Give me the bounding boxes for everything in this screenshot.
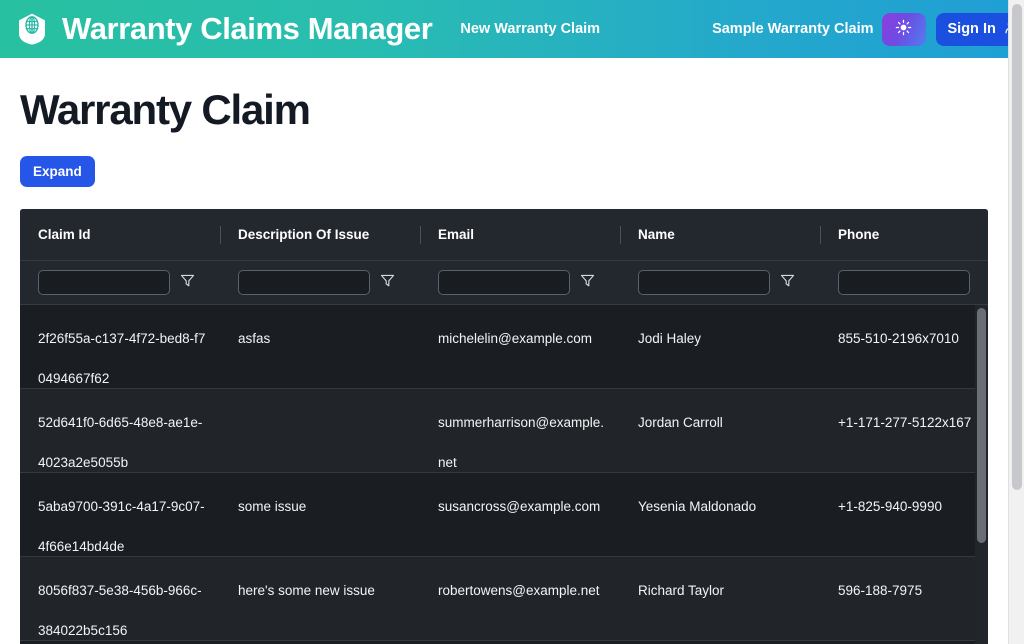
browser-vertical-scrollbar[interactable]	[1008, 0, 1024, 644]
table-row[interactable]: 5aba9700-391c-4a17-9c07-4f66e14bd4de som…	[20, 473, 988, 557]
app-header: Warranty Claims Manager New Warranty Cla…	[0, 0, 1008, 58]
cell-phone: 596-188-7975	[838, 583, 923, 598]
cell-description-of-issue: some issue	[238, 499, 307, 514]
filter-input-description-of-issue[interactable]	[238, 270, 370, 295]
funnel-icon[interactable]	[780, 273, 795, 293]
table-row[interactable]: 52d641f0-6d65-48e8-ae1e-4023a2e5055b sum…	[20, 389, 988, 473]
filter-cell-description-of-issue	[220, 261, 420, 305]
cell-email: susancross@example.com	[438, 499, 601, 514]
cell-claim-id: 2f26f55a-c137-4f72-bed8-f70494667f62	[38, 331, 206, 386]
header-actions: Sign In	[881, 12, 1008, 46]
funnel-icon[interactable]	[380, 273, 395, 293]
filter-cell-phone	[820, 261, 988, 305]
table-body: 2f26f55a-c137-4f72-bed8-f70494667f62 asf…	[20, 305, 988, 644]
nav-sample-warranty-claim[interactable]: Sample Warranty Claim	[704, 15, 881, 43]
filter-cell-claim-id	[20, 261, 220, 305]
nav-new-warranty-claim[interactable]: New Warranty Claim	[452, 15, 608, 43]
cell-name: Richard Taylor	[638, 583, 725, 598]
page-root: Warranty Claims Manager New Warranty Cla…	[0, 0, 1024, 644]
cell-phone: +1-171-277-5122x167	[838, 415, 972, 430]
cell-description-of-issue	[220, 389, 420, 473]
browser-viewport: Warranty Claims Manager New Warranty Cla…	[0, 0, 1008, 644]
filter-input-email[interactable]	[438, 270, 570, 295]
column-header-phone[interactable]: Phone	[820, 209, 988, 261]
sign-in-label: Sign In	[947, 21, 996, 37]
filter-input-name[interactable]	[638, 270, 770, 295]
cell-phone: +1-825-940-9990	[838, 499, 942, 514]
page-title: Warranty Claim	[20, 86, 311, 133]
filter-cell-name	[620, 261, 820, 305]
brand-title: Warranty Claims Manager	[62, 11, 433, 46]
claims-table: Claim Id Description Of Issue Email Name…	[20, 209, 988, 644]
column-header-email[interactable]: Email	[420, 209, 620, 261]
table-vertical-scrollbar[interactable]	[975, 305, 988, 644]
theme-toggle-button[interactable]	[881, 12, 926, 46]
cell-claim-id: 52d641f0-6d65-48e8-ae1e-4023a2e5055b	[38, 415, 203, 470]
cell-description-of-issue: asfas	[238, 331, 271, 346]
cell-description-of-issue: here's some new issue	[238, 583, 375, 598]
brand: Warranty Claims Manager	[14, 11, 433, 47]
table-row[interactable]: 8056f837-5e38-456b-966c-384022b5c156 her…	[20, 557, 988, 641]
column-header-name[interactable]: Name	[620, 209, 820, 261]
cell-claim-id: 8056f837-5e38-456b-966c-384022b5c156	[38, 583, 202, 638]
cell-email: michelelin@example.com	[438, 331, 593, 346]
table-header-row: Claim Id Description Of Issue Email Name…	[20, 209, 988, 261]
funnel-icon[interactable]	[580, 273, 595, 293]
cell-name: Jordan Carroll	[638, 415, 723, 430]
cell-email: robertowens@example.net	[438, 583, 600, 598]
cell-name: Jodi Haley	[638, 331, 702, 346]
column-header-claim-id[interactable]: Claim Id	[20, 209, 220, 261]
column-header-description-of-issue[interactable]: Description Of Issue	[220, 209, 420, 261]
funnel-icon[interactable]	[180, 273, 195, 293]
cell-email: summerharrison@example.net	[438, 415, 605, 470]
header-nav: New Warranty Claim Sample Warranty Claim	[450, 15, 881, 43]
table-filter-row	[20, 261, 988, 305]
sun-icon	[895, 19, 912, 39]
main-content: Warranty Claim Expand Claim Id Descripti…	[0, 86, 1008, 644]
expand-button[interactable]: Expand	[20, 156, 95, 187]
cell-phone: 855-510-2196x7010	[838, 331, 959, 346]
table-row[interactable]: 2f26f55a-c137-4f72-bed8-f70494667f62 asf…	[20, 305, 988, 389]
cell-claim-id: 5aba9700-391c-4a17-9c07-4f66e14bd4de	[38, 499, 205, 554]
sign-in-button[interactable]: Sign In	[935, 12, 1008, 46]
globe-shield-icon	[14, 11, 50, 47]
filter-input-claim-id[interactable]	[38, 270, 170, 295]
filter-cell-email	[420, 261, 620, 305]
cell-name: Yesenia Maldonado	[638, 499, 757, 514]
browser-vertical-scrollbar-thumb[interactable]	[1012, 4, 1022, 490]
filter-input-phone[interactable]	[838, 270, 970, 295]
table-vertical-scrollbar-thumb[interactable]	[977, 308, 986, 543]
